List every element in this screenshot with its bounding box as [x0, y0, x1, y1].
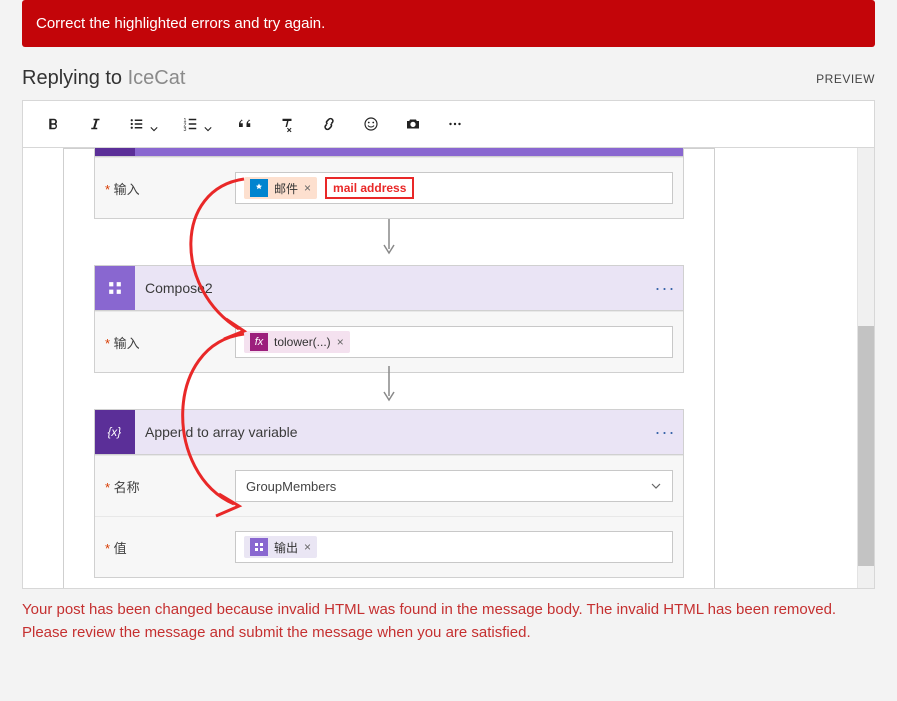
flow-card-compose2: Compose2 ··· 输入 fx tolower(...) ×	[94, 265, 684, 373]
flow-header[interactable]: Compose2 ···	[95, 266, 683, 311]
flow-row-input: 输入 邮件 × mail address	[95, 157, 683, 218]
svg-text:3: 3	[184, 127, 187, 133]
input-label: 输入	[105, 179, 235, 198]
card-title: Append to array variable	[135, 424, 647, 440]
flow-header[interactable]: {x} Append to array variable ···	[95, 410, 683, 455]
input-label: 输入	[105, 333, 235, 352]
compose-icon	[250, 538, 268, 556]
numbered-list-button[interactable]: 123	[171, 109, 223, 139]
flow-row-name: 名称 GroupMembers	[95, 455, 683, 516]
token-text: tolower(...)	[274, 335, 331, 349]
graph-icon	[250, 179, 268, 197]
link-button[interactable]	[309, 109, 349, 139]
more-button[interactable]	[435, 109, 475, 139]
flow-screenshot: 输入 邮件 × mail address	[63, 148, 715, 588]
camera-button[interactable]	[393, 109, 433, 139]
warning-message: Your post has been changed because inval…	[22, 589, 875, 644]
reply-target: IceCat	[128, 67, 186, 89]
editor-toolbar: 123	[23, 101, 874, 148]
scrollbar[interactable]	[857, 148, 874, 588]
card-menu[interactable]: ···	[647, 278, 683, 299]
chevron-down-icon	[650, 480, 662, 492]
mail-address-highlight: mail address	[325, 177, 414, 199]
variable-icon: {x}	[95, 410, 135, 454]
token-expression[interactable]: fx tolower(...) ×	[244, 331, 350, 353]
compose-icon	[95, 266, 135, 310]
name-label: 名称	[105, 477, 235, 496]
bold-button[interactable]	[33, 109, 73, 139]
token-mail[interactable]: 邮件 ×	[244, 177, 317, 199]
bullet-list-button[interactable]	[117, 109, 169, 139]
flow-row-input: 输入 fx tolower(...) ×	[95, 311, 683, 372]
fx-icon: fx	[250, 333, 268, 351]
close-icon[interactable]: ×	[304, 540, 311, 554]
compose-icon	[95, 148, 135, 156]
select-value: GroupMembers	[246, 479, 336, 494]
card-menu[interactable]: ···	[647, 422, 683, 443]
flow-card-top-header	[95, 148, 683, 157]
caret-down-icon	[150, 120, 158, 128]
editor-card: 123	[22, 100, 875, 589]
input-field[interactable]: fx tolower(...) ×	[235, 326, 673, 358]
close-icon[interactable]: ×	[337, 335, 344, 349]
close-icon[interactable]: ×	[304, 181, 311, 195]
arrow-down-icon	[379, 364, 399, 407]
preview-link[interactable]: PREVIEW	[816, 72, 875, 86]
input-field[interactable]: 邮件 × mail address	[235, 172, 673, 204]
token-output[interactable]: 输出 ×	[244, 536, 317, 558]
flow-row-value: 值 输出 ×	[95, 516, 683, 577]
svg-text:{x}: {x}	[108, 426, 122, 439]
error-banner: Correct the highlighted errors and try a…	[22, 0, 875, 47]
quote-button[interactable]	[225, 109, 265, 139]
card-title: Compose2	[135, 280, 647, 296]
reply-heading: Replying to IceCat	[22, 67, 185, 90]
select-groupmembers[interactable]: GroupMembers	[235, 470, 673, 502]
italic-button[interactable]	[75, 109, 115, 139]
value-label: 值	[105, 538, 235, 557]
reply-prefix: Replying to	[22, 67, 128, 89]
emoji-button[interactable]	[351, 109, 391, 139]
arrow-down-icon	[379, 217, 399, 260]
error-message: Correct the highlighted errors and try a…	[36, 15, 325, 32]
token-text: 输出	[274, 539, 298, 556]
clear-format-button[interactable]	[267, 109, 307, 139]
scrollbar-thumb[interactable]	[858, 326, 874, 566]
caret-down-icon	[204, 120, 212, 128]
editor-body[interactable]: 输入 邮件 × mail address	[23, 148, 874, 588]
flow-card-append: {x} Append to array variable ··· 名称 Grou…	[94, 409, 684, 578]
value-field[interactable]: 输出 ×	[235, 531, 673, 563]
token-text: 邮件	[274, 180, 298, 197]
flow-card-top: 输入 邮件 × mail address	[94, 148, 684, 219]
